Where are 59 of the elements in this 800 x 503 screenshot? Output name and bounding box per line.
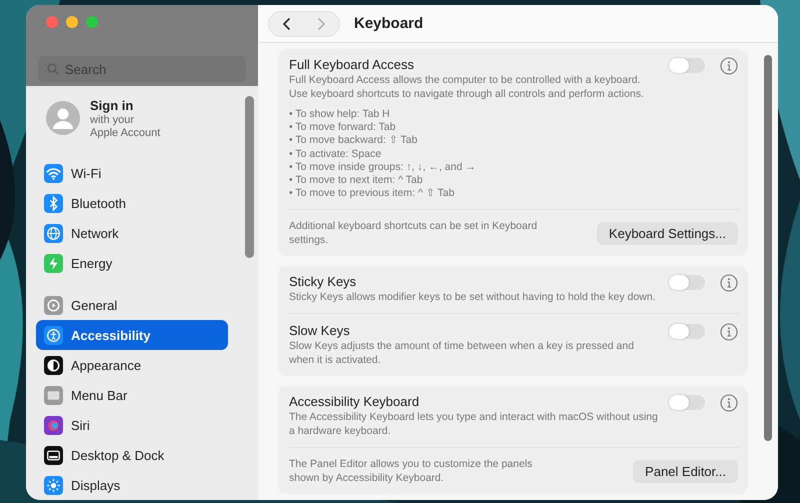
account-subtitle: Apple Account xyxy=(90,126,160,140)
setting-title: Full Keyboard Access xyxy=(289,57,416,73)
wifi-icon xyxy=(44,164,63,182)
sidebar-item[interactable]: Network xyxy=(36,218,228,248)
toggle-switch[interactable] xyxy=(669,58,705,73)
page-title: Keyboard xyxy=(354,15,424,32)
bluetooth-icon xyxy=(44,194,63,212)
zoom-button[interactable] xyxy=(86,16,98,28)
sidebar-item[interactable]: Bluetooth xyxy=(36,188,228,218)
toggle-switch[interactable] xyxy=(669,395,705,410)
toggle-switch[interactable] xyxy=(669,275,705,290)
shortcut-text: • To move forward: Tab xyxy=(289,121,397,134)
sidebar-item[interactable]: Desktop & Dock xyxy=(36,440,228,470)
setting-description: Slow Keys adjusts the amount of time between when a key is pressed and when it is activated. xyxy=(289,339,635,368)
sidebar-item[interactable]: Appearance xyxy=(36,350,228,380)
shortcut-text: • To move backward: ⇧ Tab xyxy=(289,134,418,148)
dock-icon xyxy=(44,446,63,464)
back-button[interactable] xyxy=(281,16,293,30)
shortcut-text: • To activate: Space xyxy=(289,148,382,161)
setting-title: Slow Keys xyxy=(289,323,351,340)
avatar-icon[interactable] xyxy=(46,101,80,135)
setting-description: The Accessibility Keyboard lets you type and interact with macOS without using a hardware keyboard. xyxy=(289,410,659,438)
sidebar-item[interactable]: Menu Bar xyxy=(36,380,228,410)
setting-description: Additional keyboard shortcuts can be set in Keyboard settings. xyxy=(289,219,538,248)
menu-bar-icon xyxy=(44,386,63,404)
scrollbar[interactable] xyxy=(245,96,254,258)
sidebar-item[interactable]: Siri xyxy=(36,410,228,440)
minimize-button[interactable] xyxy=(66,16,78,28)
shortcut-text: • To move inside groups: ↑, ↓, ←, and → xyxy=(289,160,477,174)
shortcut-text: • To move to previous item: ^ ⇧ Tab xyxy=(289,187,456,200)
setting-description: Full Keyboard Access allows the computer to be controlled with a keyboard. Use keyboard shortcuts to navigate through all controls and perform actions. xyxy=(289,73,645,101)
close-button[interactable] xyxy=(46,16,58,28)
sidebar-item[interactable]: Accessibility xyxy=(36,320,228,350)
account-subtitle: with your xyxy=(90,114,136,126)
setting-description: The Panel Editor allows you to customize the panels shown by Accessibility Keyboard. xyxy=(289,457,534,486)
half-circle-icon xyxy=(44,356,63,374)
setting-description: Sticky Keys allows modifier keys to be set without having to hold the key down. xyxy=(289,290,657,304)
sidebar-item[interactable]: Displays xyxy=(36,470,228,500)
accessibility-icon xyxy=(44,326,63,344)
setting-title: Sticky Keys xyxy=(289,274,358,290)
scrollbar[interactable] xyxy=(764,55,772,441)
sun-icon xyxy=(44,476,63,494)
sidebar-item[interactable]: Wi-Fi xyxy=(36,158,228,188)
shortcut-text: • To show help: Tab H xyxy=(289,108,391,122)
lightning-icon xyxy=(44,254,63,272)
globe-icon xyxy=(44,224,63,242)
info-icon[interactable] xyxy=(720,323,738,342)
shortcut-text: • To move to next item: ^ Tab xyxy=(289,174,424,188)
setting-title: Accessibility Keyboard xyxy=(289,394,420,410)
info-icon[interactable] xyxy=(720,394,738,412)
toggle-switch[interactable] xyxy=(669,324,705,340)
settings-button[interactable]: Panel Editor... xyxy=(633,460,738,483)
settings-button[interactable]: Keyboard Settings... xyxy=(596,222,738,245)
sidebar-item[interactable]: Energy xyxy=(36,248,228,278)
sign-in-link[interactable]: Sign in xyxy=(90,96,160,114)
info-icon[interactable] xyxy=(720,274,738,292)
info-icon[interactable] xyxy=(720,57,738,75)
sidebar-item[interactable]: General xyxy=(36,290,228,320)
search-field[interactable]: Search xyxy=(38,56,246,82)
